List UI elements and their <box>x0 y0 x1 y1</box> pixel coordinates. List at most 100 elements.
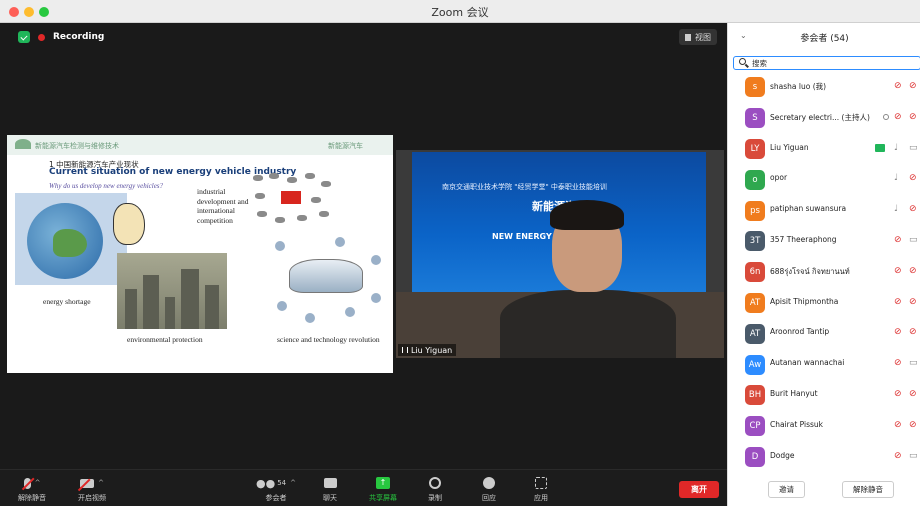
speaker-body <box>500 290 676 358</box>
participant-name: 688รุ่งโรจน์ กิจทยานนท์ <box>770 266 850 276</box>
mic-muted-icon: ⊘ <box>894 419 902 430</box>
search-icon <box>739 58 746 65</box>
view-label: 视图 <box>695 32 711 42</box>
camera-off-icon: ⊘ <box>909 327 917 338</box>
participant-list: s shasha luo (我) ⊘ ⊘ S Secretary electri... (… <box>728 72 920 472</box>
recording-indicator: Recording <box>18 31 104 43</box>
mic-muted-icon: ⊘ <box>894 81 902 91</box>
screen-line-1: 南京交通职业技术学院 "经贸学堂" 中泰职业技能培训 <box>442 183 607 191</box>
participant-row[interactable]: CP Chairat Pissuk ⊘ ⊘ <box>728 411 920 442</box>
participant-row[interactable]: AT Aroonrod Tantip ⊘ ⊘ <box>728 318 920 349</box>
participant-name: Apisit Thipmontha <box>770 296 839 306</box>
mic-muted-icon: ⊘ <box>894 358 902 369</box>
avatar: Aw <box>745 354 765 375</box>
panel-title: 参会者 (54) <box>800 34 849 44</box>
camera-off-icon: ⊘ <box>909 204 917 215</box>
record-label: 录制 <box>428 494 442 502</box>
panel-footer: 邀请 解除静音 <box>728 474 920 506</box>
participant-row[interactable]: s shasha luo (我) ⊘ ⊘ <box>728 72 920 103</box>
participant-name: 357 Theeraphong <box>770 234 837 244</box>
unmute-button[interactable]: ^ 解除静音 <box>18 475 46 503</box>
apps-button[interactable]: 应用 <box>534 475 548 503</box>
window-titlebar: Zoom 会议 <box>0 0 920 23</box>
cartoon-image <box>107 195 155 255</box>
start-video-label: 开启视频 <box>78 494 106 502</box>
avatar: D <box>745 446 765 467</box>
apps-label: 应用 <box>534 494 548 502</box>
avatar: 6n <box>745 262 765 283</box>
participant-name: Aroonrod Tantip <box>770 327 830 337</box>
reaction-icon <box>483 477 495 489</box>
mic-icon: ♩ <box>894 173 899 184</box>
participant-name: shasha luo (我) <box>770 82 827 91</box>
slide-header-right: 新能源汽车 <box>328 142 363 150</box>
participants-icon: ●● <box>256 476 276 490</box>
participants-button[interactable]: ●● 54 ^ 参会者 <box>256 475 296 503</box>
chevron-up-icon[interactable]: ^ <box>290 479 296 487</box>
shield-icon[interactable] <box>18 31 30 43</box>
participant-row[interactable]: S Secretary electri... (主持人) ⊘ ⊘ <box>728 103 920 134</box>
mic-muted-icon <box>21 477 34 490</box>
slide-logo <box>15 139 31 149</box>
participant-row[interactable]: ps patiphan suwansura ♩ ⊘ <box>728 195 920 226</box>
mic-muted-icon: ⊘ <box>894 111 902 122</box>
participant-name: opor <box>770 173 788 183</box>
speaker-video[interactable]: 南京交通职业技术学院 "经贸学堂" 中泰职业技能培训 新能源汽 NEW ENER… <box>396 150 724 358</box>
chevron-up-icon[interactable]: ^ <box>98 479 104 487</box>
avatar: o <box>745 169 765 190</box>
automaker-logos-image <box>249 171 337 233</box>
view-button[interactable]: 视图 <box>679 29 717 45</box>
participant-search-input[interactable]: 搜索 <box>733 56 920 70</box>
slide-header: 新能源汽车检测与维修技术 新能源汽车 <box>7 135 393 155</box>
participant-row[interactable]: LY Liu Yiguan ♩ ▭ <box>728 134 920 165</box>
participant-name: Dodge <box>770 450 795 460</box>
label-industrial: industrial development and international… <box>197 187 249 225</box>
screen-share-icon <box>875 143 885 152</box>
meeting-toolbar: ^ 解除静音 ^ 开启视频 ●● 54 ^ 参会者 聊天 ↑ 共享屏幕 录制 回应 … <box>0 469 727 506</box>
chat-icon <box>323 478 337 488</box>
chat-label: 聊天 <box>323 494 337 502</box>
speaker-name: Liu Yiguan <box>411 345 453 355</box>
invite-button[interactable]: 邀请 <box>768 481 805 498</box>
participant-name: Burit Hanyut <box>770 388 818 398</box>
avatar: ps <box>745 200 765 221</box>
unmute-me-button[interactable]: 解除静音 <box>842 481 894 498</box>
participant-row[interactable]: 3T 357 Theeraphong ⊘ ▭ <box>728 226 920 257</box>
leave-button[interactable]: 离开 <box>679 481 719 498</box>
start-video-button[interactable]: ^ 开启视频 <box>77 475 106 503</box>
mic-muted-icon: ⊘ <box>894 265 902 276</box>
unmute-label: 解除静音 <box>18 494 46 502</box>
participant-name: Liu Yiguan <box>770 142 809 152</box>
participant-row[interactable]: BH Burit Hanyut ⊘ ⊘ <box>728 380 920 411</box>
record-icon <box>429 477 441 489</box>
camera-off-icon: ⊘ <box>909 265 917 276</box>
share-screen-button[interactable]: ↑ 共享屏幕 <box>369 475 397 503</box>
speaker-name-tag: Liu Yiguan <box>398 344 457 356</box>
participant-row[interactable]: AT Apisit Thipmontha ⊘ ⊘ <box>728 288 920 319</box>
label-environmental: environmental protection <box>127 335 203 344</box>
camera-icon: ▭ <box>909 234 918 245</box>
camera-off-icon: ⊘ <box>909 296 917 307</box>
mic-icon: ♩ <box>894 204 899 215</box>
avatar: LY <box>745 138 765 159</box>
label-science: science and technology revolution <box>277 335 380 344</box>
participant-row[interactable]: o opor ♩ ⊘ <box>728 164 920 195</box>
reactions-button[interactable]: 回应 <box>482 475 496 503</box>
slide-header-left: 新能源汽车检测与维修技术 <box>35 142 119 150</box>
avatar: s <box>745 77 765 98</box>
smog-city-image <box>117 253 227 329</box>
record-dot-icon <box>38 33 45 41</box>
record-button[interactable]: 录制 <box>428 475 442 503</box>
chevron-up-icon[interactable]: ^ <box>35 479 41 487</box>
participant-row[interactable]: 6n 688รุ่งโรจน์ กิจทยานนท์ ⊘ ⊘ <box>728 257 920 288</box>
chat-button[interactable]: 聊天 <box>323 475 337 503</box>
participant-row[interactable]: D Dodge ⊘ ▭ <box>728 442 920 473</box>
camera-off-icon: ⊘ <box>909 419 917 430</box>
avatar: BH <box>745 385 765 406</box>
participants-label: 参会者 <box>265 494 287 502</box>
slide-question: Why do us develop new energy vehicles? <box>49 182 164 190</box>
avatar: S <box>745 108 765 129</box>
camera-off-icon: ⊘ <box>909 388 917 399</box>
label-energy-shortage: energy shortage <box>43 297 91 306</box>
participant-row[interactable]: Aw Autanan wannachai ⊘ ▭ <box>728 349 920 380</box>
